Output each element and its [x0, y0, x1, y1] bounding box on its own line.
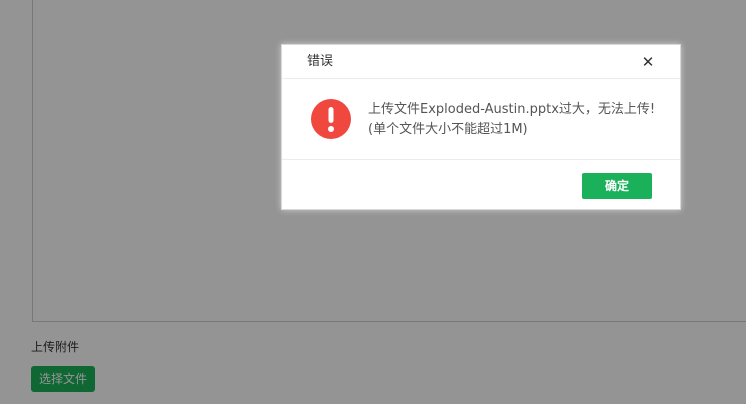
error-message: 上传文件Exploded-Austin.pptx过大，无法上传!(单个文件大小不… — [368, 102, 656, 137]
confirm-button[interactable]: 确定 — [582, 173, 652, 199]
error-dialog: 错误 ✕ 上传文件Exploded-Austin.pptx过大，无法上传!(单个… — [281, 44, 681, 210]
exclamation-circle-icon — [311, 99, 351, 139]
close-button[interactable]: ✕ — [641, 54, 655, 70]
dialog-header: 错误 ✕ — [282, 45, 680, 79]
dialog-body: 上传文件Exploded-Austin.pptx过大，无法上传!(单个文件大小不… — [282, 79, 680, 160]
dialog-title: 错误 — [307, 54, 334, 69]
